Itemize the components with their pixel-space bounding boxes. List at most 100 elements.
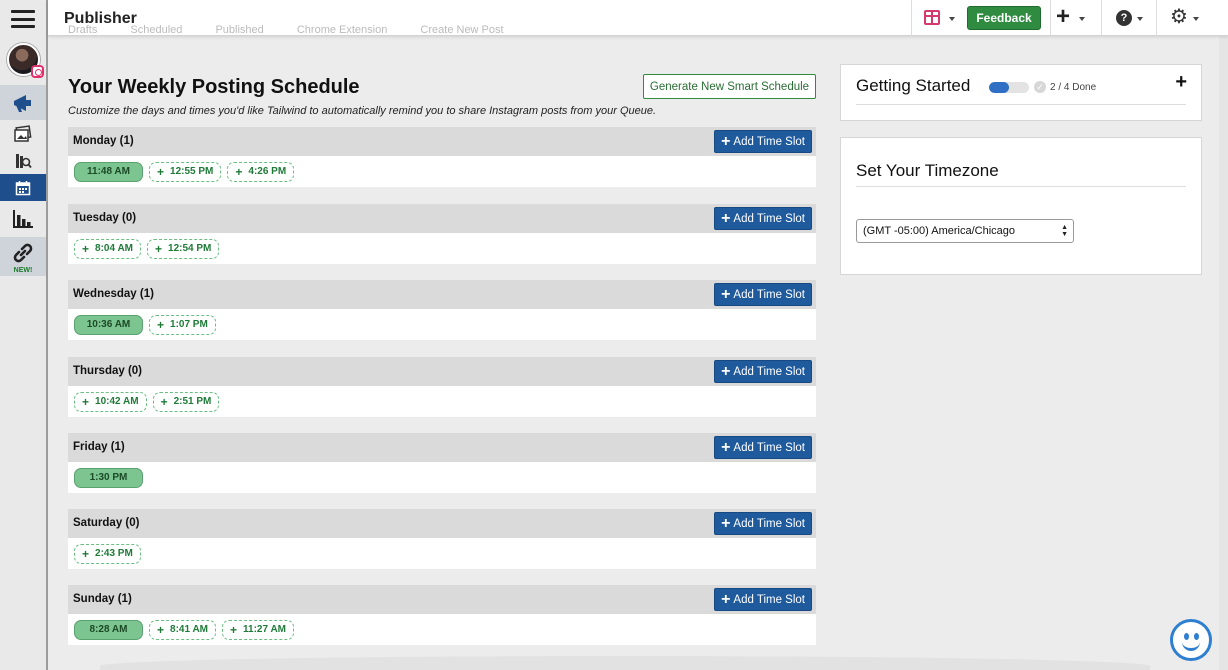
- smiley-chat-icon[interactable]: [1170, 619, 1212, 661]
- time-slot-filled[interactable]: 10:36 AM: [74, 314, 143, 335]
- plus-icon: +: [235, 164, 243, 179]
- timezone-title: Set Your Timezone: [856, 161, 999, 180]
- time-slot-empty[interactable]: +12:54 PM: [147, 238, 220, 259]
- time-slot-empty[interactable]: +2:51 PM: [152, 391, 220, 412]
- sidebar-item-library[interactable]: [0, 147, 46, 174]
- add-time-slot-label: Add Time Slot: [733, 212, 805, 225]
- tab-scheduled[interactable]: Scheduled: [130, 24, 182, 36]
- time-slots: 1:30 PM: [68, 462, 816, 493]
- add-time-slot-button[interactable]: + Add Time Slot: [714, 207, 812, 230]
- time-slot-empty[interactable]: +4:26 PM: [227, 161, 295, 182]
- sidebar-item-calendar[interactable]: [0, 174, 46, 201]
- add-new-icon[interactable]: +: [1056, 5, 1070, 29]
- time-slots: +8:04 AM +12:54 PM: [68, 233, 816, 264]
- day-row: Wednesday (1) + Add Time Slot 10:36 AM +1:07…: [68, 280, 816, 340]
- plus-icon: +: [721, 285, 731, 303]
- time-slot-time: 1:07 PM: [170, 319, 208, 330]
- time-slots: 10:36 AM +1:07 PM: [68, 309, 816, 340]
- select-arrows-icon: ▲ ▼: [1061, 224, 1068, 238]
- time-slot-time: 12:55 PM: [170, 166, 214, 177]
- day-label: Friday (1): [73, 441, 125, 453]
- timezone-card: Set Your Timezone (GMT -05:00) America/C…: [840, 137, 1202, 275]
- add-time-slot-label: Add Time Slot: [733, 288, 805, 301]
- day-label: Sunday (1): [73, 593, 132, 605]
- day-label: Thursday (0): [73, 365, 143, 377]
- sidebar-item-publisher[interactable]: [0, 85, 46, 120]
- day-row: Thursday (0) + Add Time Slot +10:42 AM +2:51…: [68, 357, 816, 417]
- add-time-slot-button[interactable]: + Add Time Slot: [714, 360, 812, 383]
- feedback-button[interactable]: Feedback: [967, 6, 1041, 30]
- plus-icon: +: [721, 362, 731, 380]
- day-header: Thursday (0) + Add Time Slot: [68, 357, 816, 386]
- time-slot-empty[interactable]: +8:41 AM: [149, 619, 216, 640]
- time-slot-time: 11:27 AM: [243, 624, 286, 635]
- day-label: Monday (1): [73, 135, 134, 147]
- plus-icon: +: [721, 209, 731, 227]
- plus-icon: +: [157, 164, 165, 179]
- day-label: Wednesday (1): [73, 288, 154, 300]
- time-slot-time: 4:26 PM: [248, 166, 287, 177]
- time-slots: 11:48 AM +12:55 PM +4:26 PM: [68, 156, 816, 187]
- megaphone-icon: [14, 94, 31, 112]
- progress-fill: [989, 82, 1009, 93]
- add-time-slot-button[interactable]: + Add Time Slot: [714, 588, 812, 611]
- schedule-title: Your Weekly Posting Schedule: [68, 76, 360, 98]
- expand-icon[interactable]: +: [1175, 71, 1187, 94]
- time-slot-empty[interactable]: +2:43 PM: [74, 543, 141, 564]
- tab-create-new-post[interactable]: Create New Post: [420, 24, 503, 36]
- time-slot-filled[interactable]: 1:30 PM: [74, 467, 143, 488]
- timezone-value: (GMT -05:00) America/Chicago: [863, 225, 1016, 237]
- sidebar-item-insights[interactable]: [0, 201, 46, 237]
- time-slot-empty[interactable]: +1:07 PM: [149, 314, 216, 335]
- gear-icon[interactable]: ⚙: [1170, 7, 1188, 27]
- time-slot-filled[interactable]: 8:28 AM: [74, 619, 143, 640]
- add-time-slot-button[interactable]: + Add Time Slot: [714, 130, 812, 153]
- add-time-slot-label: Add Time Slot: [733, 593, 805, 606]
- time-slot-time: 10:42 AM: [95, 396, 139, 407]
- tab-published[interactable]: Published: [215, 24, 263, 36]
- time-slot-empty[interactable]: +12:55 PM: [149, 161, 222, 182]
- day-row: Sunday (1) + Add Time Slot 8:28 AM +8:41 AM +…: [68, 585, 816, 645]
- time-slots: 8:28 AM +8:41 AM +11:27 AM: [68, 614, 816, 645]
- schedule-subtitle: Customize the days and times you'd like …: [68, 105, 657, 117]
- progress-text: 2 / 4 Done: [1050, 82, 1097, 93]
- account-avatar[interactable]: [7, 43, 44, 78]
- gift-icon[interactable]: [924, 10, 940, 25]
- day-label: Saturday (0): [73, 517, 140, 529]
- add-time-slot-button[interactable]: + Add Time Slot: [714, 436, 812, 459]
- add-time-slot-button[interactable]: + Add Time Slot: [714, 512, 812, 535]
- time-slot-filled[interactable]: 11:48 AM: [74, 161, 143, 182]
- plus-icon: +: [82, 241, 90, 256]
- progress-bar: [989, 82, 1029, 93]
- tab-chrome-extension[interactable]: Chrome Extension: [297, 24, 388, 36]
- sidebar-item-drafts[interactable]: [0, 120, 46, 147]
- link-icon: [13, 243, 33, 262]
- scrollbar[interactable]: [1219, 36, 1228, 670]
- time-slot-time: 2:51 PM: [173, 396, 212, 407]
- getting-started-card: Getting Started ✓ 2 / 4 Done +: [840, 64, 1202, 121]
- plus-icon: +: [230, 622, 238, 637]
- add-time-slot-button[interactable]: + Add Time Slot: [714, 283, 812, 306]
- add-time-slot-label: Add Time Slot: [733, 441, 805, 454]
- menu-icon[interactable]: [11, 10, 35, 28]
- time-slot-empty[interactable]: +11:27 AM: [222, 619, 294, 640]
- time-slot-empty[interactable]: +8:04 AM: [74, 238, 141, 259]
- bar-chart-icon: [13, 210, 33, 228]
- chevron-down-icon: [949, 17, 955, 21]
- plus-icon: +: [155, 241, 163, 256]
- time-slot-empty[interactable]: +10:42 AM: [74, 391, 147, 412]
- plus-icon: +: [721, 590, 731, 608]
- help-icon[interactable]: ?: [1116, 10, 1132, 26]
- sidebar-item-smartbio[interactable]: NEW!: [0, 237, 46, 276]
- day-row: Tuesday (0) + Add Time Slot +8:04 AM +12:54 …: [68, 204, 816, 264]
- library-search-icon: [16, 153, 32, 168]
- generate-smart-schedule-button[interactable]: Generate New Smart Schedule: [643, 74, 816, 99]
- calendar-icon: [15, 180, 31, 195]
- time-slot-time: 1:30 PM: [89, 472, 128, 483]
- day-header: Sunday (1) + Add Time Slot: [68, 585, 816, 614]
- plus-icon: +: [157, 317, 165, 332]
- new-badge: NEW!: [13, 267, 33, 274]
- day-header: Friday (1) + Add Time Slot: [68, 433, 816, 462]
- timezone-select[interactable]: (GMT -05:00) America/Chicago ▲ ▼: [856, 219, 1074, 243]
- chevron-down-icon: [1079, 17, 1085, 21]
